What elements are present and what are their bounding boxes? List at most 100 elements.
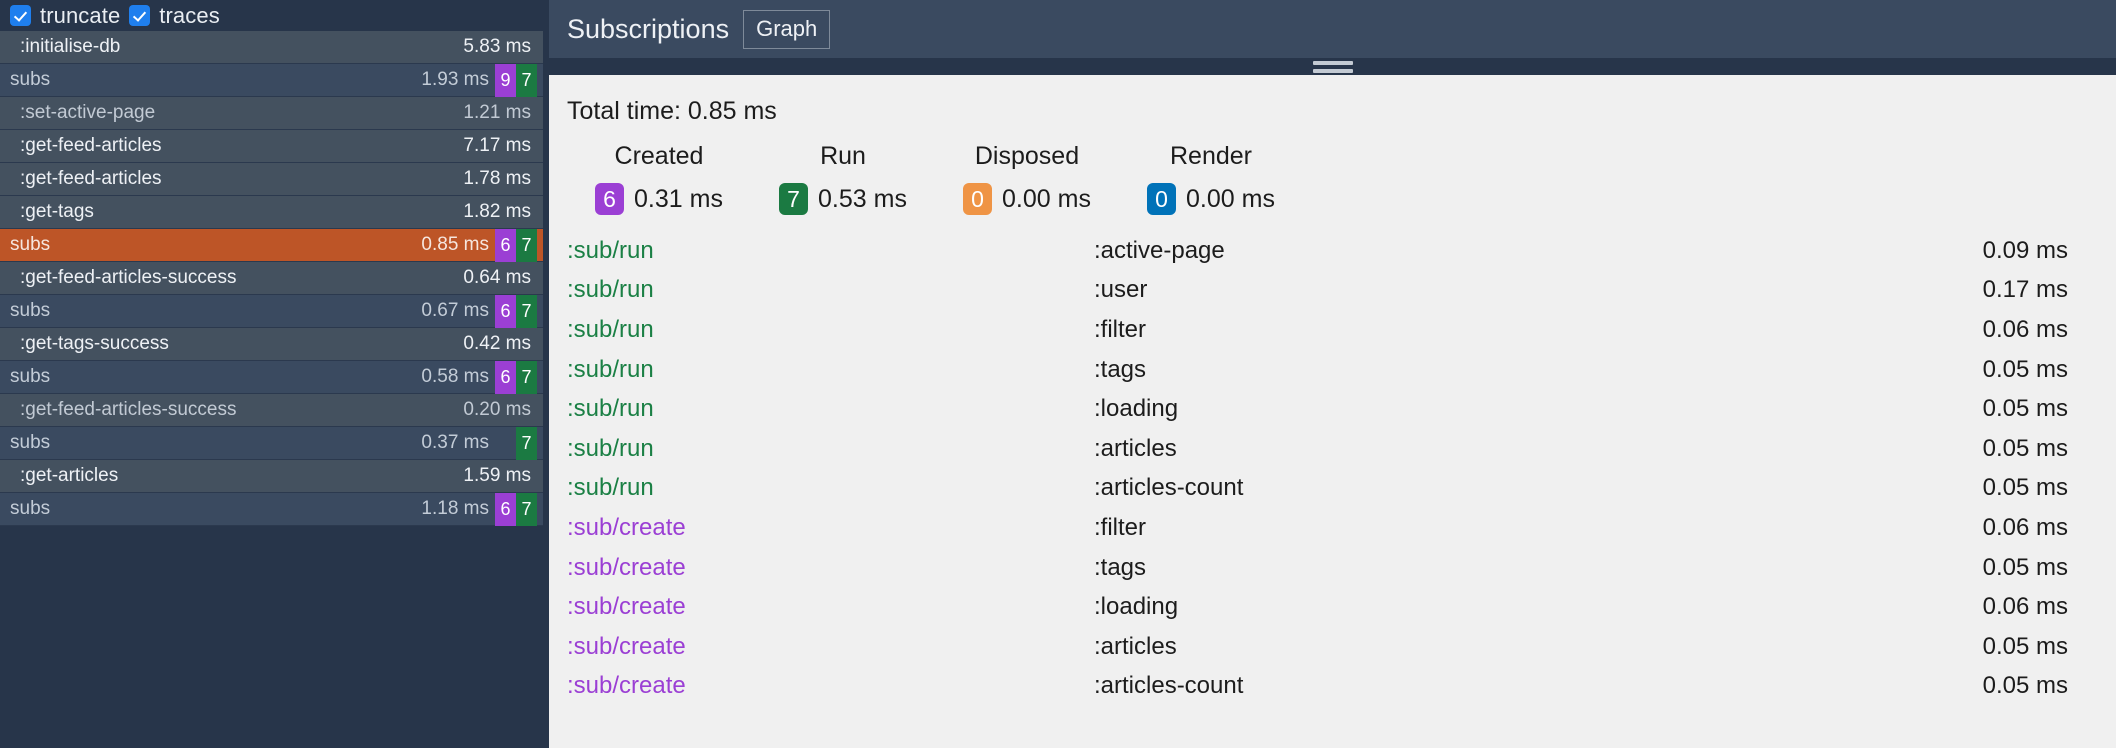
checkbox-checked-icon[interactable] (10, 5, 31, 26)
stat-header-created: Created (567, 142, 751, 171)
subscriptions-table[interactable]: :sub/run:active-page 0.09 ms:sub/run:user… (567, 231, 2116, 748)
drag-handle-icon[interactable] (1312, 60, 1353, 73)
epoch-row-time: 5.83 ms (463, 36, 531, 57)
epoch-row-time: 1.18 ms (421, 498, 489, 519)
table-row[interactable]: :sub/run:articles 0.05 ms (567, 429, 2116, 469)
total-time-label: Total time: 0.85 ms (567, 97, 777, 125)
status-badge: 7 (516, 294, 537, 328)
epoch-row-time: 0.85 ms (421, 234, 489, 255)
subscription-op: :sub/run (567, 395, 654, 423)
subscription-time: 0.05 ms (1982, 632, 2068, 660)
table-row[interactable]: :sub/create:filter 0.06 ms (567, 508, 2116, 548)
epoch-row-name: :set-active-page (20, 102, 156, 123)
stat-value-disposed: 0 0.00 ms (935, 183, 1119, 215)
table-row[interactable]: :sub/run:active-page 0.09 ms (567, 231, 2116, 271)
stat-label: Created (614, 142, 704, 170)
subscription-time: 0.05 ms (1982, 474, 2068, 502)
stat-time: 0.31 ms (634, 184, 723, 213)
epoch-row-subs[interactable]: subs 0.85 ms 6 7 (0, 228, 543, 262)
epoch-row-time: 0.58 ms (421, 366, 489, 387)
table-row[interactable]: :sub/run:filter 0.06 ms (567, 310, 2116, 350)
stats-header-row: Created Run Disposed Render (567, 142, 2116, 171)
stat-header-disposed: Disposed (935, 142, 1119, 171)
subscription-time: 0.06 ms (1982, 315, 2068, 343)
epoch-row-name: :get-articles (20, 465, 119, 486)
table-row[interactable]: :sub/run:user 0.17 ms (567, 271, 2116, 311)
stat-count-badge: 7 (779, 183, 809, 215)
epoch-row-name: :get-tags (20, 201, 94, 222)
table-row[interactable]: :sub/run :tags 0.05 ms (567, 350, 2116, 390)
traces-checkbox-group[interactable]: traces (129, 4, 220, 27)
stat-value-wrap: 7 0.53 ms (779, 183, 907, 215)
epoch-row-badges: 67 (495, 294, 537, 328)
status-badge: 7 (516, 426, 537, 460)
truncate-checkbox-group[interactable]: truncate (10, 4, 120, 27)
sidebar-toolbar: truncate traces (0, 0, 543, 31)
epoch-row-badges: 67 (495, 228, 537, 262)
epoch-row-subs[interactable]: subs 1.18 ms 6 7 (0, 492, 543, 526)
epoch-row-event[interactable]: :get-tags 1.82 ms (0, 196, 543, 229)
epoch-row-event[interactable]: :initialise-db 5.83 ms (0, 31, 543, 64)
epoch-row-time: 0.42 ms (463, 333, 531, 354)
epoch-row-event[interactable]: :get-articles 1.59 ms (0, 460, 543, 493)
devtools-root: truncate traces :initialise-db 5.83 ms sub… (0, 0, 2116, 748)
epoch-list[interactable]: :initialise-db 5.83 ms subs 1.93 ms 9 7:set-a… (0, 31, 543, 748)
stat-label: Render (1170, 142, 1252, 170)
subscription-time: 0.05 ms (1982, 672, 2068, 700)
stat-time: 0.53 ms (818, 184, 907, 213)
traces-sidebar: truncate traces :initialise-db 5.83 ms sub… (0, 0, 543, 748)
epoch-row-name: subs (10, 300, 51, 321)
epoch-row-badges: 67 (495, 492, 537, 526)
epoch-row-subs[interactable]: subs 0.58 ms 6 7 (0, 360, 543, 394)
stat-count-badge: 0 (963, 183, 993, 215)
table-row[interactable]: :sub/run:loading 0.05 ms (567, 389, 2116, 429)
stat-time: 0.00 ms (1186, 184, 1275, 213)
table-row[interactable]: :sub/create:tags 0.05 ms (567, 548, 2116, 588)
epoch-row-time: 1.78 ms (463, 168, 531, 189)
subscriptions-panel: Subscriptions Graph Total time: 0.85 ms … (543, 0, 2116, 748)
epoch-row-subs[interactable]: subs 0.37 ms 7 (0, 426, 543, 460)
subscription-op: :sub/create (567, 553, 686, 581)
panel-header: Subscriptions Graph (549, 0, 2116, 58)
table-row[interactable]: :sub/create:articles-count 0.05 ms (567, 667, 2116, 707)
epoch-row-time: 0.67 ms (421, 300, 489, 321)
table-row[interactable]: :sub/create:articles 0.05 ms (567, 627, 2116, 667)
epoch-row-subs[interactable]: subs 0.67 ms 6 7 (0, 294, 543, 328)
epoch-row-name: subs (10, 432, 51, 453)
panel-resize-strip[interactable] (549, 58, 2116, 75)
table-row[interactable]: :sub/create:loading 0.06 ms (567, 587, 2116, 627)
stat-value-created: 6 0.31 ms (567, 183, 751, 215)
epoch-row-event[interactable]: :set-active-page 1.21 ms (0, 97, 543, 130)
table-row[interactable]: :sub/run :articles-count 0.05 ms (567, 469, 2116, 509)
subscription-op: :sub/run (567, 355, 654, 383)
tab-graph[interactable]: Graph (743, 9, 831, 49)
subscription-key: :loading (1094, 593, 1179, 621)
subscription-op: :sub/create (567, 513, 686, 541)
epoch-row-event[interactable]: :get-feed-articles 1.78 ms (0, 163, 543, 196)
stat-value-run: 7 0.53 ms (751, 183, 935, 215)
subscription-time: 0.09 ms (1982, 236, 2068, 264)
stat-label: Disposed (974, 142, 1080, 170)
subscription-key: :filter (1094, 315, 1147, 343)
epoch-row-event[interactable]: :get-feed-articles 7.17 ms (0, 130, 543, 163)
epoch-row-subs[interactable]: subs 1.93 ms 9 7 (0, 63, 543, 97)
subscription-key: :articles-count (1094, 672, 1244, 700)
epoch-row-time: 7.17 ms (463, 135, 531, 156)
epoch-row-time: 1.82 ms (463, 201, 531, 222)
page-title: Subscriptions (567, 13, 730, 44)
subscription-op: :sub/run (567, 434, 654, 462)
epoch-row-badges: 97 (495, 63, 537, 97)
subscription-key: :tags (1094, 355, 1147, 383)
epoch-row-name: subs (10, 366, 51, 387)
subscription-key: :loading (1094, 395, 1179, 423)
subscription-key: :articles (1094, 434, 1177, 462)
subscription-time: 0.05 ms (1982, 355, 2068, 383)
subscription-time: 0.06 ms (1982, 513, 2068, 541)
checkbox-checked-icon[interactable] (129, 5, 151, 26)
subscription-op: :sub/create (567, 593, 686, 621)
epoch-row-event[interactable]: :get-tags-success 0.42 ms (0, 328, 543, 361)
subscription-key: :articles-count (1094, 474, 1244, 502)
epoch-row-event[interactable]: :get-feed-articles-success 0.20 ms (0, 394, 543, 427)
epoch-row-event[interactable]: :get-feed-articles-success 0.64 ms (0, 262, 543, 295)
subscription-op: :sub/run (567, 474, 654, 502)
